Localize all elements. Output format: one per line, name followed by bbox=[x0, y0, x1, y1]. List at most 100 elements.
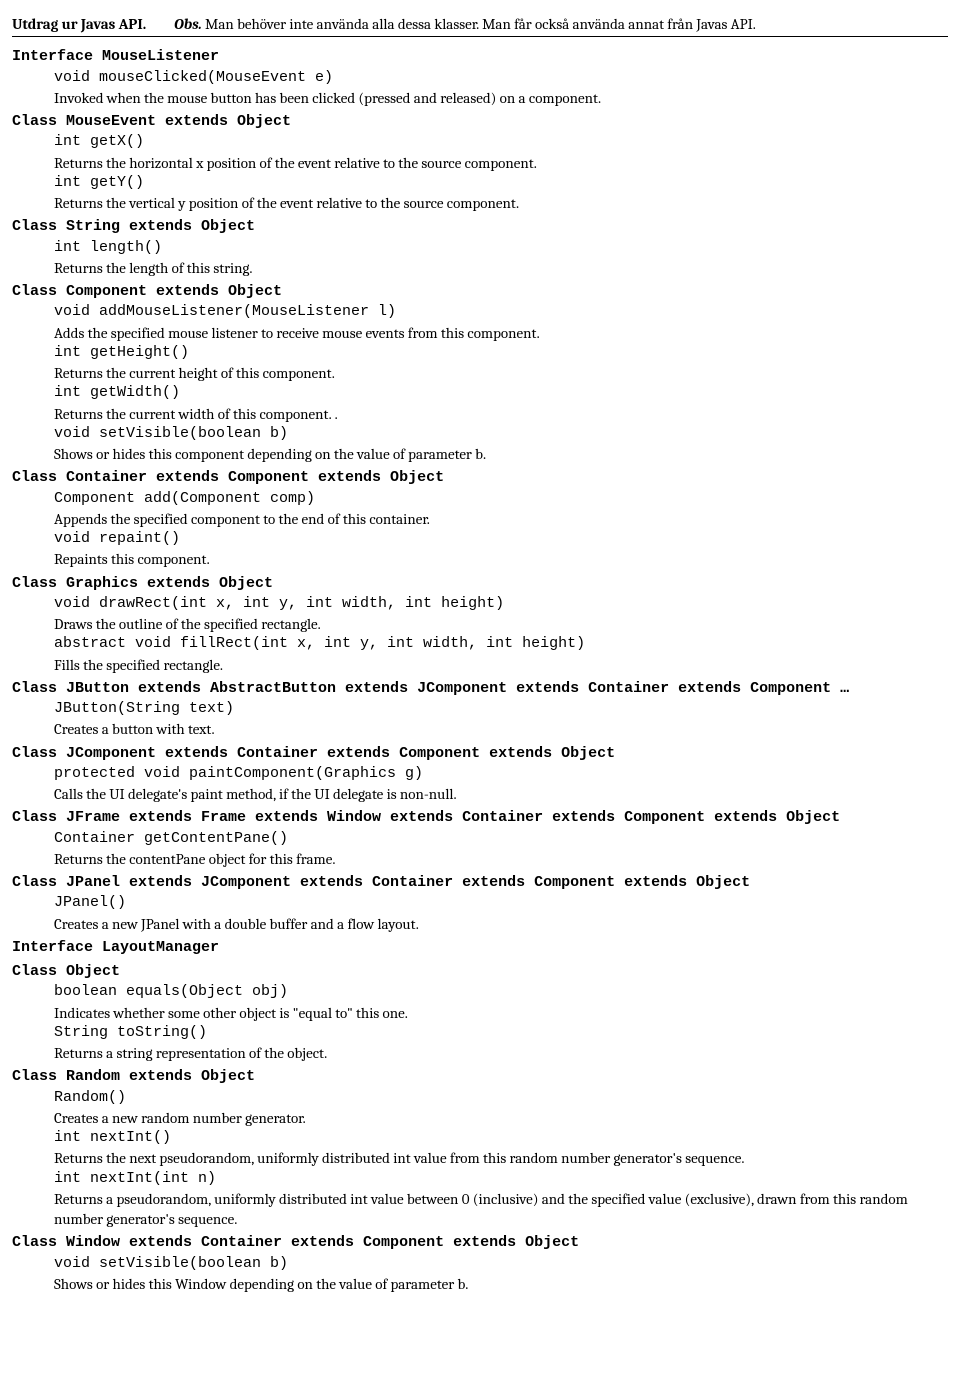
class-heading: Class JButton extends AbstractButton ext… bbox=[12, 679, 948, 699]
member-signature: int getX() bbox=[54, 132, 948, 152]
class-heading: Class Window extends Container extends C… bbox=[12, 1233, 948, 1253]
class-member: JPanel()Creates a new JPanel with a doub… bbox=[12, 893, 948, 934]
api-content: Interface MouseListenervoid mouseClicked… bbox=[12, 47, 948, 1294]
api-section: Class JButton extends AbstractButton ext… bbox=[12, 679, 948, 740]
class-member: void mouseClicked(MouseEvent e)Invoked w… bbox=[12, 68, 948, 109]
class-heading: Class Component extends Object bbox=[12, 282, 948, 302]
class-member: int length()Returns the length of this s… bbox=[12, 238, 948, 279]
class-member: boolean equals(Object obj)Indicates whet… bbox=[12, 982, 948, 1023]
member-description: Returns a pseudorandom, uniformly distri… bbox=[54, 1189, 948, 1230]
class-member: void setVisible(boolean b)Shows or hides… bbox=[12, 424, 948, 465]
member-description: Returns the horizontal x position of the… bbox=[54, 153, 948, 173]
member-signature: int length() bbox=[54, 238, 948, 258]
member-signature: Random() bbox=[54, 1088, 948, 1108]
member-signature: int getHeight() bbox=[54, 343, 948, 363]
header-obs-label: Obs. bbox=[174, 15, 202, 33]
member-description: Indicates whether some other object is "… bbox=[54, 1003, 948, 1023]
member-description: Returns the contentPane object for this … bbox=[54, 849, 948, 869]
class-heading: Class JComponent extends Container exten… bbox=[12, 744, 948, 764]
member-signature: void addMouseListener(MouseListener l) bbox=[54, 302, 948, 322]
api-section: Interface LayoutManager bbox=[12, 938, 948, 958]
class-heading: Class Object bbox=[12, 962, 948, 982]
member-signature: void mouseClicked(MouseEvent e) bbox=[54, 68, 948, 88]
api-section: Class MouseEvent extends Objectint getX(… bbox=[12, 112, 948, 213]
member-description: Returns the vertical y position of the e… bbox=[54, 193, 948, 213]
member-signature: protected void paintComponent(Graphics g… bbox=[54, 764, 948, 784]
header-title: Utdrag ur Javas API. bbox=[12, 14, 146, 34]
member-description: Shows or hides this component depending … bbox=[54, 444, 948, 464]
class-heading: Class Graphics extends Object bbox=[12, 574, 948, 594]
api-section: Class JPanel extends JComponent extends … bbox=[12, 873, 948, 934]
class-member: Component add(Component comp)Appends the… bbox=[12, 489, 948, 530]
member-description: Returns the next pseudorandom, uniformly… bbox=[54, 1148, 948, 1168]
member-signature: int nextInt() bbox=[54, 1128, 948, 1148]
class-member: protected void paintComponent(Graphics g… bbox=[12, 764, 948, 805]
member-signature: boolean equals(Object obj) bbox=[54, 982, 948, 1002]
class-member: int nextInt(int n)Returns a pseudorandom… bbox=[12, 1169, 948, 1230]
member-signature: void setVisible(boolean b) bbox=[54, 424, 948, 444]
member-description: Shows or hides this Window depending on … bbox=[54, 1274, 948, 1294]
member-description: Adds the specified mouse listener to rec… bbox=[54, 323, 948, 343]
api-section: Class JComponent extends Container exten… bbox=[12, 744, 948, 805]
class-heading: Interface LayoutManager bbox=[12, 938, 948, 958]
class-member: int nextInt()Returns the next pseudorand… bbox=[12, 1128, 948, 1169]
member-signature: void repaint() bbox=[54, 529, 948, 549]
member-description: Returns the length of this string. bbox=[54, 258, 948, 278]
api-section: Class Component extends Objectvoid addMo… bbox=[12, 282, 948, 464]
member-signature: Component add(Component comp) bbox=[54, 489, 948, 509]
class-member: int getHeight()Returns the current heigh… bbox=[12, 343, 948, 384]
member-signature: void drawRect(int x, int y, int width, i… bbox=[54, 594, 948, 614]
class-heading: Class String extends Object bbox=[12, 217, 948, 237]
member-description: Creates a button with text. bbox=[54, 719, 948, 739]
class-member: int getX()Returns the horizontal x posit… bbox=[12, 132, 948, 173]
member-description: Fills the specified rectangle. bbox=[54, 655, 948, 675]
member-signature: String toString() bbox=[54, 1023, 948, 1043]
class-heading: Class MouseEvent extends Object bbox=[12, 112, 948, 132]
class-member: Random()Creates a new random number gene… bbox=[12, 1088, 948, 1129]
api-section: Class String extends Objectint length()R… bbox=[12, 217, 948, 278]
member-description: Returns a string representation of the o… bbox=[54, 1043, 948, 1063]
member-description: Draws the outline of the specified recta… bbox=[54, 614, 948, 634]
class-member: int getWidth()Returns the current width … bbox=[12, 383, 948, 424]
class-heading: Class JFrame extends Frame extends Windo… bbox=[12, 808, 948, 828]
member-description: Creates a new random number generator. bbox=[54, 1108, 948, 1128]
member-signature: int getY() bbox=[54, 173, 948, 193]
member-signature: int getWidth() bbox=[54, 383, 948, 403]
class-heading: Interface MouseListener bbox=[12, 47, 948, 67]
api-section: Class Window extends Container extends C… bbox=[12, 1233, 948, 1294]
header-note: Obs. Man behöver inte använda alla dessa… bbox=[174, 14, 756, 34]
member-signature: JButton(String text) bbox=[54, 699, 948, 719]
class-heading: Class JPanel extends JComponent extends … bbox=[12, 873, 948, 893]
api-section: Class Graphics extends Objectvoid drawRe… bbox=[12, 574, 948, 675]
member-description: Invoked when the mouse button has been c… bbox=[54, 88, 948, 108]
member-description: Creates a new JPanel with a double buffe… bbox=[54, 914, 948, 934]
class-member: String toString()Returns a string repres… bbox=[12, 1023, 948, 1064]
member-description: Repaints this component. bbox=[54, 549, 948, 569]
class-member: int getY()Returns the vertical y positio… bbox=[12, 173, 948, 214]
class-member: void addMouseListener(MouseListener l)Ad… bbox=[12, 302, 948, 343]
member-description: Returns the current height of this compo… bbox=[54, 363, 948, 383]
class-member: abstract void fillRect(int x, int y, int… bbox=[12, 634, 948, 675]
header-note-text: Man behöver inte använda alla dessa klas… bbox=[202, 15, 756, 33]
api-section: Interface MouseListenervoid mouseClicked… bbox=[12, 47, 948, 108]
class-member: JButton(String text)Creates a button wit… bbox=[12, 699, 948, 740]
member-signature: Container getContentPane() bbox=[54, 829, 948, 849]
class-member: Container getContentPane()Returns the co… bbox=[12, 829, 948, 870]
class-heading: Class Random extends Object bbox=[12, 1067, 948, 1087]
class-heading: Class Container extends Component extend… bbox=[12, 468, 948, 488]
api-section: Class Objectboolean equals(Object obj)In… bbox=[12, 962, 948, 1063]
class-member: void drawRect(int x, int y, int width, i… bbox=[12, 594, 948, 635]
member-description: Appends the specified component to the e… bbox=[54, 509, 948, 529]
page-header: Utdrag ur Javas API. Obs. Man behöver in… bbox=[12, 14, 948, 37]
api-section: Class Container extends Component extend… bbox=[12, 468, 948, 569]
api-section: Class Random extends ObjectRandom()Creat… bbox=[12, 1067, 948, 1229]
member-signature: int nextInt(int n) bbox=[54, 1169, 948, 1189]
member-description: Returns the current width of this compon… bbox=[54, 404, 948, 424]
api-section: Class JFrame extends Frame extends Windo… bbox=[12, 808, 948, 869]
class-member: void repaint()Repaints this component. bbox=[12, 529, 948, 570]
member-signature: abstract void fillRect(int x, int y, int… bbox=[54, 634, 948, 654]
member-signature: JPanel() bbox=[54, 893, 948, 913]
class-member: void setVisible(boolean b)Shows or hides… bbox=[12, 1254, 948, 1295]
member-signature: void setVisible(boolean b) bbox=[54, 1254, 948, 1274]
member-description: Calls the UI delegate's paint method, if… bbox=[54, 784, 948, 804]
